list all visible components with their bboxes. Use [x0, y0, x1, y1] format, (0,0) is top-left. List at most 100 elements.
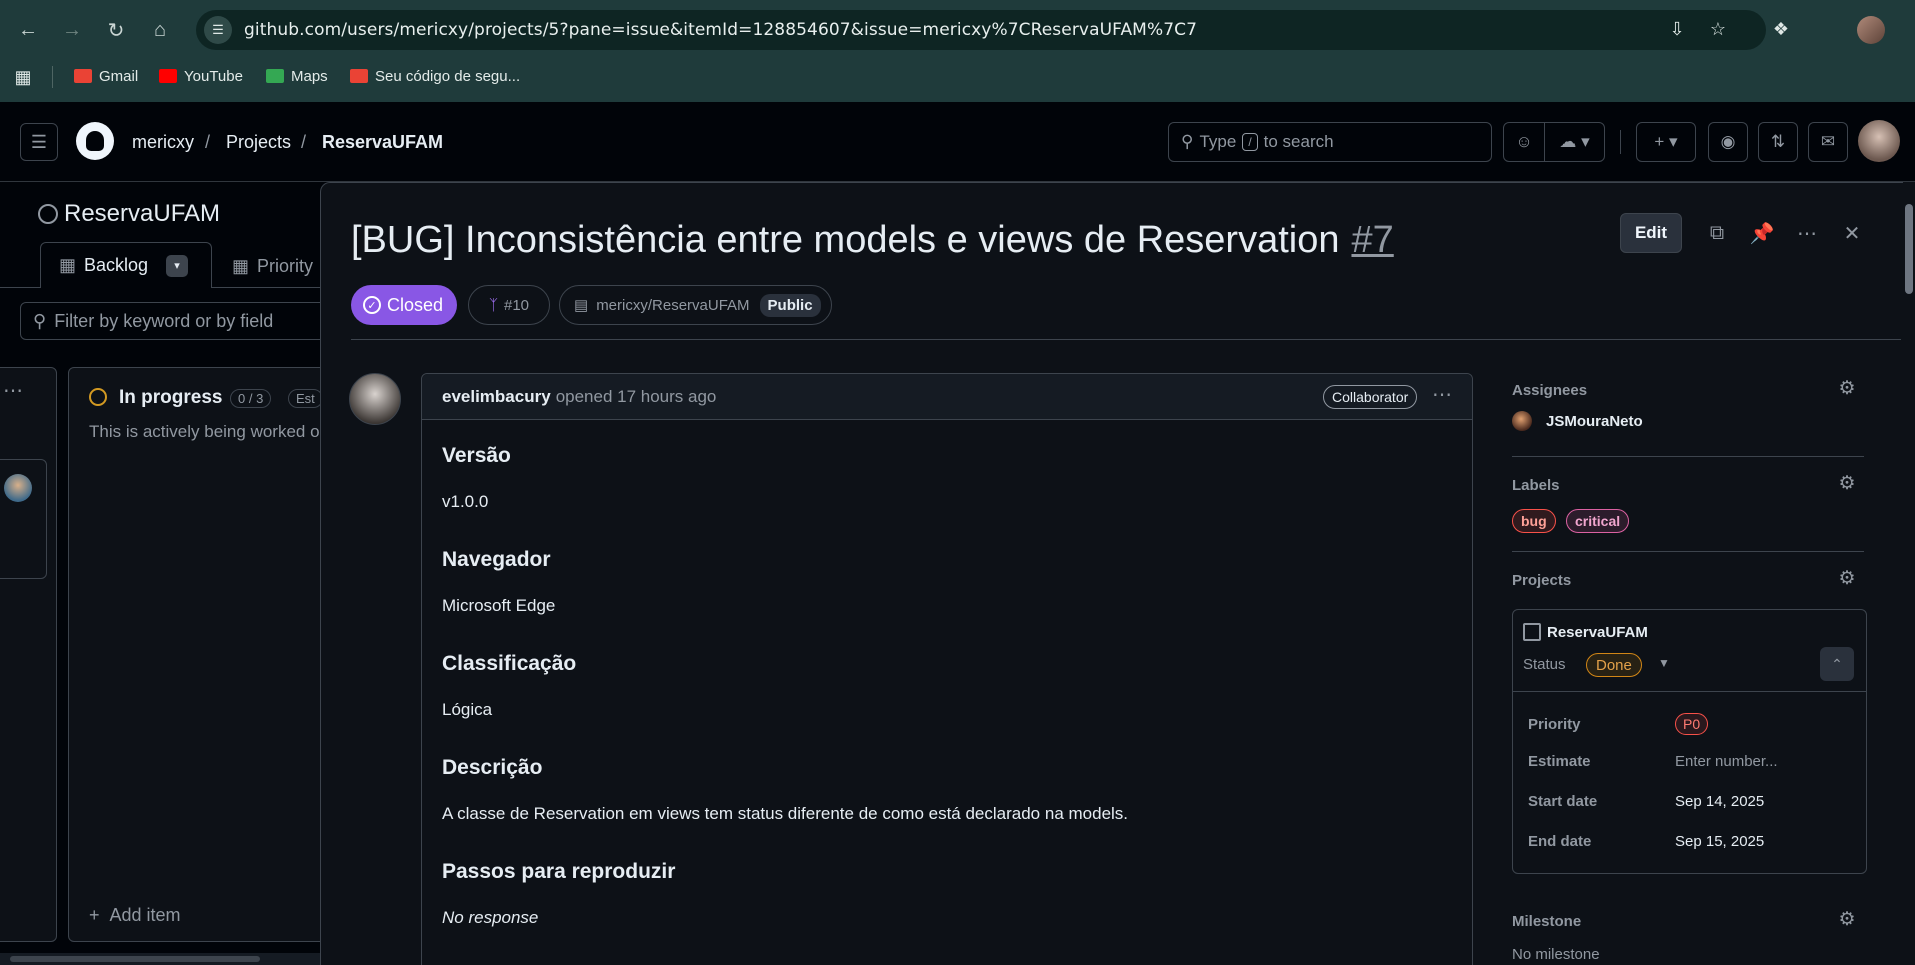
reload-icon[interactable]: ↻	[98, 12, 134, 48]
breadcrumb-owner[interactable]: mericxy	[132, 132, 194, 153]
board-card[interactable]	[0, 459, 47, 579]
comment-timestamp[interactable]: opened 17 hours ago	[556, 387, 717, 407]
scrollbar-thumb[interactable]	[1905, 204, 1913, 294]
close-icon[interactable]: ✕	[1836, 217, 1868, 249]
issue-body-comment: evelimbacury opened 17 hours ago Collabo…	[421, 373, 1473, 965]
bookmark-youtube[interactable]: YouTube	[159, 66, 243, 86]
site-info-icon[interactable]: ☰	[204, 16, 232, 44]
assignee-item[interactable]: JSMouraNeto	[1512, 411, 1643, 431]
field-key: End date	[1528, 833, 1592, 850]
repository-link[interactable]: ▤ mericxy/ReservaUFAM Public	[559, 285, 832, 325]
label-critical[interactable]: critical	[1566, 509, 1630, 533]
collaborator-badge: Collaborator	[1323, 385, 1418, 409]
column-estimate-badge: Est	[288, 389, 323, 408]
breadcrumb-separator: /	[205, 132, 211, 152]
comment-author[interactable]: evelimbacury	[442, 387, 551, 407]
end-date-value[interactable]: Sep 15, 2025	[1675, 833, 1764, 850]
copy-link-icon[interactable]: ⧉	[1701, 217, 1733, 249]
filter-input[interactable]: ⚲ Filter by keyword or by field	[20, 302, 340, 340]
browser-profile-avatar[interactable]	[1857, 16, 1885, 44]
back-icon[interactable]: ←	[10, 12, 46, 48]
project-card: ReservaUFAM Status Done ▼ ⌃ Priority P0 E…	[1512, 609, 1867, 874]
github-logo-icon[interactable]	[76, 122, 114, 160]
breadcrumb-separator: /	[301, 132, 307, 152]
comment-author-avatar[interactable]	[349, 373, 401, 425]
project-name-text: ReservaUFAM	[1547, 623, 1648, 641]
tab-backlog[interactable]: ▦ Backlog ▾	[40, 242, 212, 288]
more-options-icon[interactable]: ⋯	[1791, 217, 1823, 249]
vertical-scrollbar[interactable]	[1903, 182, 1915, 965]
bookmark-gmail[interactable]: Gmail	[74, 66, 138, 86]
issue-state-badge: ✓ Closed	[351, 285, 458, 325]
comment-menu-icon[interactable]: ⋯	[1432, 382, 1453, 407]
issue-number-link[interactable]: #7	[1351, 219, 1393, 261]
tab-options-icon[interactable]: ▾	[166, 254, 189, 277]
url-text[interactable]: github.com/users/mericxy/projects/5?pane…	[244, 20, 1197, 40]
collapse-icon[interactable]: ⌃	[1820, 647, 1854, 681]
tab-backlog-label: Backlog	[84, 255, 149, 275]
user-avatar[interactable]	[1858, 120, 1900, 162]
closed-check-icon: ✓	[363, 296, 381, 314]
section-heading: Classificação	[442, 652, 577, 675]
search-input[interactable]: ⚲ Type / to search	[1168, 122, 1492, 162]
board-column-in-progress: In progress 0 / 3 Est This is actively b…	[68, 367, 338, 942]
header-divider	[1620, 130, 1621, 154]
edit-button[interactable]: Edit	[1620, 213, 1682, 253]
title-divider	[351, 339, 1901, 340]
milestone-value: No milestone	[1512, 946, 1600, 963]
copilot-icon[interactable]: ☺	[1503, 122, 1545, 162]
tab-priority[interactable]: ▦ Priority	[232, 256, 313, 277]
forward-icon[interactable]: →	[54, 12, 90, 48]
pull-requests-icon[interactable]: ⇅	[1758, 122, 1798, 162]
github-header: ☰ mericxy / Projects / ReservaUFAM ⚲ Typ…	[0, 102, 1915, 182]
pin-icon[interactable]: 📌	[1746, 217, 1778, 249]
field-priority[interactable]: Priority P0	[1528, 713, 1709, 735]
search-suffix: to search	[1263, 132, 1334, 151]
bookmark-security-code[interactable]: Seu código de segu...	[350, 66, 520, 86]
bookmark-star-icon[interactable]: ☆	[1705, 16, 1731, 42]
assignees-label: Assignees	[1512, 382, 1588, 399]
column-count-badge: 0 / 3	[230, 389, 272, 408]
add-item-button[interactable]: + Add item	[89, 905, 181, 926]
field-key: Estimate	[1528, 753, 1591, 770]
sidebar-divider	[1512, 551, 1864, 552]
project-card-name[interactable]: ReservaUFAM	[1523, 623, 1648, 641]
apps-grid-icon[interactable]: ▦	[10, 64, 36, 90]
home-icon[interactable]: ⌂	[142, 12, 178, 48]
address-bar[interactable]: ☰ github.com/users/mericxy/projects/5?pa…	[196, 10, 1766, 50]
column-menu-icon[interactable]: ⋯	[3, 378, 23, 403]
projects-gear-icon[interactable]: ⚙	[1837, 569, 1857, 589]
search-icon: ⚲	[1181, 132, 1194, 151]
field-key: Priority	[1528, 716, 1581, 733]
estimate-input[interactable]: Enter number...	[1675, 753, 1778, 770]
status-badge[interactable]: Done	[1586, 653, 1642, 677]
filter-placeholder: Filter by keyword or by field	[54, 310, 274, 331]
maps-icon	[266, 69, 284, 83]
breadcrumb-projects[interactable]: Projects	[226, 132, 291, 153]
assignees-gear-icon[interactable]: ⚙	[1837, 379, 1857, 399]
add-item-label: Add item	[109, 905, 181, 925]
labels-gear-icon[interactable]: ⚙	[1837, 474, 1857, 494]
inbox-icon[interactable]: ✉	[1808, 122, 1848, 162]
field-end-date[interactable]: End date Sep 15, 2025	[1528, 833, 1764, 850]
create-new-button[interactable]: + ▾	[1636, 122, 1696, 162]
label-bug[interactable]: bug	[1512, 509, 1556, 533]
install-app-icon[interactable]: ⇩	[1664, 16, 1690, 42]
field-estimate[interactable]: Estimate Enter number...	[1528, 753, 1778, 770]
search-shortcut-key: /	[1242, 133, 1258, 151]
field-start-date[interactable]: Start date Sep 14, 2025	[1528, 793, 1764, 810]
start-date-value[interactable]: Sep 14, 2025	[1675, 793, 1764, 810]
status-dropdown-icon[interactable]: ▼	[1658, 656, 1670, 670]
issues-icon[interactable]: ◉	[1708, 122, 1748, 162]
extensions-icon[interactable]: ❖	[1768, 16, 1794, 42]
labels-label: Labels	[1512, 477, 1560, 494]
scrollbar-thumb[interactable]	[10, 956, 260, 962]
breadcrumb-project[interactable]: ReservaUFAM	[322, 132, 443, 153]
linked-pull-request[interactable]: ᛉ #10	[468, 285, 550, 325]
priority-badge[interactable]: P0	[1675, 713, 1709, 735]
milestone-gear-icon[interactable]: ⚙	[1837, 910, 1857, 930]
copilot-menu-button[interactable]: ☁ ▾	[1544, 122, 1605, 162]
bookmark-maps[interactable]: Maps	[266, 66, 328, 86]
menu-icon[interactable]: ☰	[20, 123, 58, 161]
horizontal-scrollbar[interactable]	[0, 953, 330, 965]
